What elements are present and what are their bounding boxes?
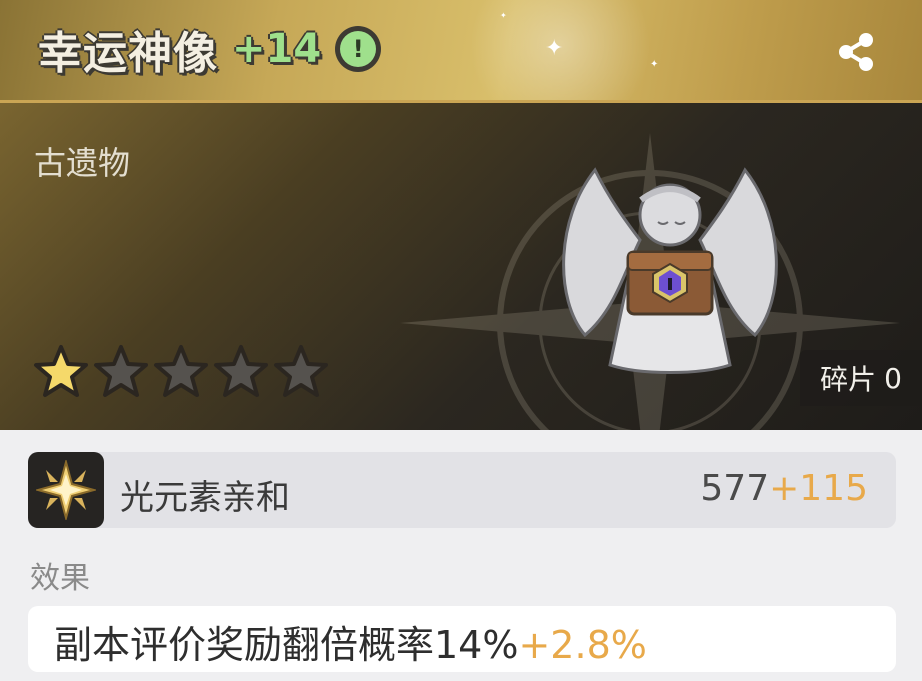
fragments-count: 0 [884, 361, 902, 395]
stat-bonus-value: +115 [769, 468, 868, 509]
star-empty-icon [274, 345, 328, 397]
stat-row: 光元素亲和 577+115 [28, 452, 896, 528]
item-category: 古遗物 [34, 144, 131, 182]
share-button[interactable] [834, 30, 878, 74]
sparkle-icon: ✦ [500, 11, 507, 20]
angel-statue-icon [562, 167, 778, 374]
title-row: 幸运神像 +14 ! [38, 14, 382, 84]
exclamation-icon: ! [340, 31, 377, 67]
item-hero-panel: ✦ ✦ ✦ ✦ 幸运神像 +14 ! [0, 0, 922, 430]
item-detail-card: ✦ ✦ ✦ ✦ 幸运神像 +14 ! [0, 0, 922, 681]
stat-name: 光元素亲和 [120, 478, 290, 518]
info-button[interactable]: ! [335, 26, 382, 72]
sparkle-icon: ✦ [650, 59, 659, 70]
stat-icon-frame [28, 452, 104, 528]
effect-bonus-value: +2.8% [518, 623, 647, 667]
sparkle-icon: ✦ [545, 36, 564, 61]
item-name: 幸运神像 [38, 28, 218, 79]
item-level: +14 [232, 26, 322, 72]
fragments-label: 碎片 [820, 363, 877, 396]
light-element-star-icon [36, 460, 96, 520]
stat-value: 577+115 [700, 468, 868, 509]
fragments-counter: 碎片 0 [800, 350, 922, 406]
star-filled-icon [34, 345, 88, 397]
star-empty-icon [154, 345, 208, 397]
rating-stars [32, 343, 330, 401]
star-empty-icon [94, 345, 148, 397]
stat-base-value: 577 [700, 468, 770, 509]
effect-row: 副本评价奖励翻倍概率14%+2.8% [28, 606, 896, 672]
effect-heading: 效果 [30, 561, 90, 596]
effect-description: 副本评价奖励翻倍概率14% [54, 623, 519, 667]
star-empty-icon [214, 345, 268, 397]
effect-text: 副本评价奖励翻倍概率14%+2.8% [54, 614, 647, 669]
share-icon [839, 33, 873, 71]
